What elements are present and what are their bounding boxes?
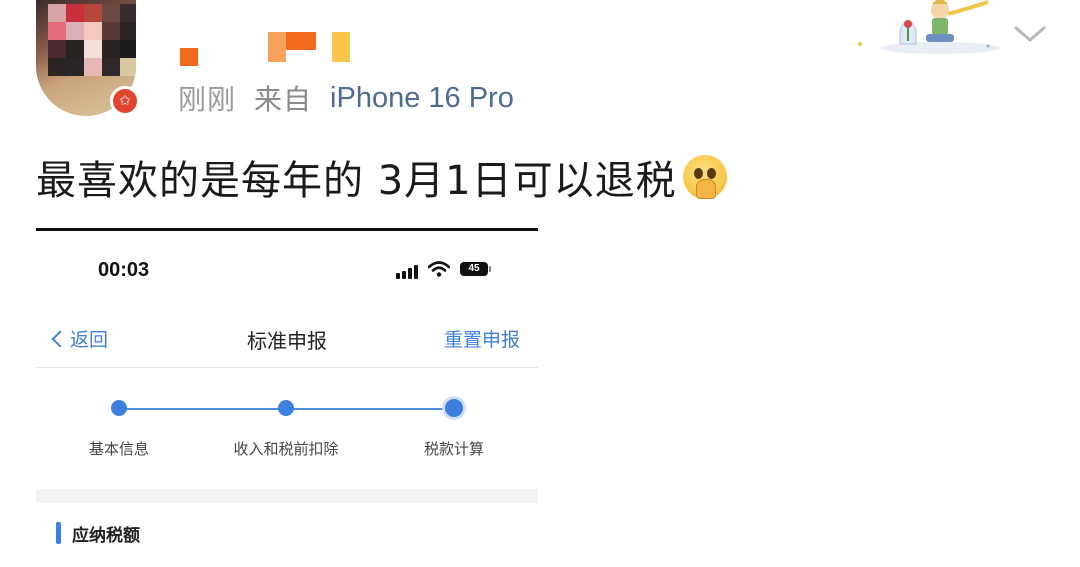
battery-icon: 45	[460, 262, 491, 276]
embedded-screenshot[interactable]: 00:03 45 返回 标准申报 重置申报 基本信息 收入和税前扣除 税款计算	[36, 228, 538, 567]
post-text: 最喜欢的是每年的 3月1日可以退税	[36, 148, 727, 206]
section-divider	[36, 489, 538, 503]
post-time: 刚刚	[178, 83, 237, 116]
cellular-signal-icon	[396, 265, 418, 279]
post-device[interactable]: iPhone 16 Pro	[330, 82, 514, 115]
progress-stepper: 基本信息 收入和税前扣除 税款计算	[36, 368, 538, 478]
step-label: 收入和税前扣除	[233, 440, 339, 458]
star-badge-icon: ✩	[110, 86, 140, 116]
section-header: 应纳税额	[36, 503, 538, 567]
status-time: 00:03	[98, 259, 150, 281]
post-body: 最喜欢的是每年的 3月1日可以退税	[36, 158, 677, 204]
step-dot-current	[442, 396, 466, 420]
card-decoration-illustration	[858, 0, 1000, 54]
step-label: 基本信息	[88, 440, 150, 458]
wifi-icon	[428, 261, 450, 277]
section-title: 应纳税额	[72, 526, 140, 546]
step-dot	[278, 400, 294, 416]
step-connector	[286, 408, 454, 410]
chevron-down-icon[interactable]	[1012, 22, 1048, 46]
phone-status-bar: 00:03 45	[36, 231, 538, 311]
step-connector	[120, 408, 286, 410]
post-source-prefix: 来自	[254, 83, 313, 116]
nav-bar: 返回 标准申报 重置申报	[36, 315, 538, 368]
avatar-pixelation	[48, 4, 136, 94]
pleading-face-hands-emoji	[682, 155, 727, 199]
step-label: 税款计算	[423, 440, 485, 458]
reset-declaration-button[interactable]: 重置申报	[444, 325, 520, 352]
section-accent-bar	[56, 522, 61, 544]
step-dot	[111, 400, 127, 416]
post-meta: 刚刚 来自 iPhone 16 Pro	[178, 78, 514, 118]
username-pixelated[interactable]	[180, 28, 350, 66]
